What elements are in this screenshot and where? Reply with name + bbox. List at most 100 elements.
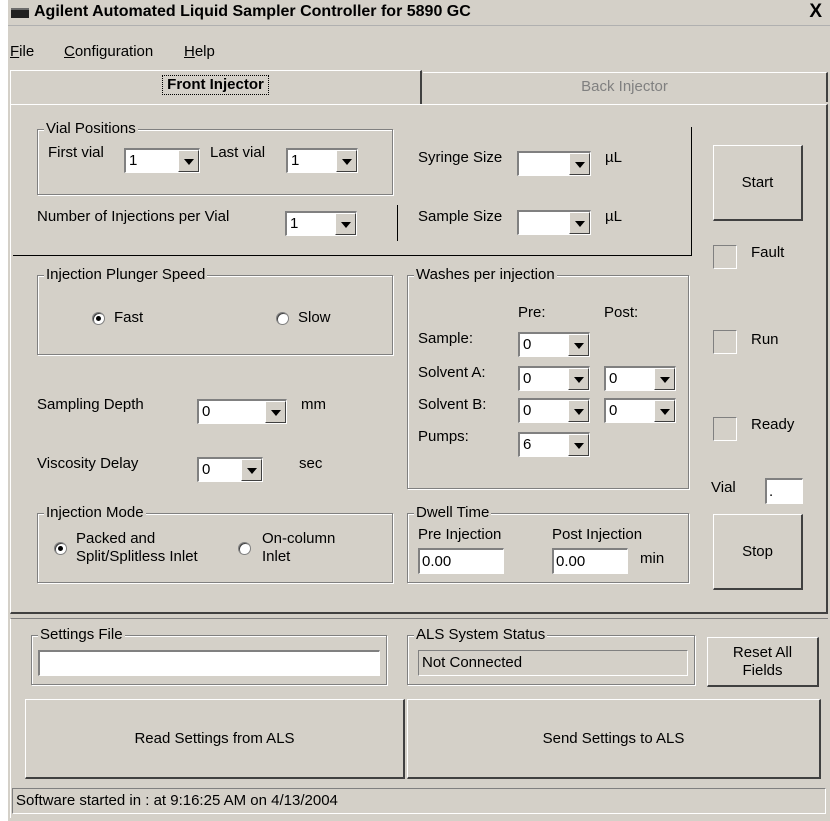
pumps-select[interactable]: 6 [518,432,590,457]
pre-injection-input[interactable]: 0.00 [418,548,504,574]
chevron-down-icon[interactable] [569,153,590,175]
run-label: Run [751,331,779,348]
reset-all-label-line2: Fields [742,661,783,679]
dwell-time-title: Dwell Time [414,504,492,522]
solvent-b-pre-value: 0 [523,402,532,419]
injections-per-vial-select[interactable]: 1 [285,211,357,236]
chevron-down-icon[interactable] [568,368,589,390]
close-icon[interactable]: X [809,1,822,23]
sample-unit: µL [605,208,622,225]
app-window: Agilent Automated Liquid Sampler Control… [8,0,830,821]
pre-injection-value: 0.00 [422,553,452,570]
last-vial-select[interactable]: 1 [286,148,358,173]
syringe-size-select[interactable] [517,151,591,176]
send-settings-button[interactable]: Send Settings to ALS [407,699,821,779]
settings-file-title: Settings File [38,626,125,644]
sampling-depth-select[interactable]: 0 [197,399,287,424]
menu-help[interactable]: Help [184,43,215,60]
als-status-value: Not Connected [422,654,523,671]
status-bar: Software started in : at 9:16:25 AM on 4… [12,788,826,814]
solvent-a-pre-select[interactable]: 0 [518,366,590,391]
current-vial-value: . [769,483,774,500]
stop-button[interactable]: Stop [713,514,803,590]
chevron-down-icon[interactable] [336,150,357,172]
reset-all-label-line1: Reset All [732,643,793,661]
chevron-down-icon[interactable] [569,212,590,234]
status-bar-text: Software started in : at 9:16:25 AM on 4… [16,792,338,809]
on-column-label-line1: On-column [262,530,336,547]
ready-label: Ready [751,416,795,433]
chevron-down-icon[interactable] [178,150,199,172]
post-header: Post: [604,304,639,321]
sample-size-select[interactable] [517,210,591,235]
slow-radio[interactable] [276,312,289,325]
chevron-down-icon[interactable] [241,459,262,481]
solvent-b-post-select[interactable]: 0 [604,398,676,423]
chevron-down-icon[interactable] [568,400,589,422]
chevron-down-icon[interactable] [654,400,675,422]
chevron-down-icon[interactable] [568,334,589,356]
fast-radio[interactable] [92,312,105,325]
divider-line [691,127,692,255]
viscosity-delay-select[interactable]: 0 [197,457,263,482]
viscosity-delay-value: 0 [202,461,211,478]
pumps-label: Pumps: [418,428,469,445]
first-vial-select[interactable]: 1 [124,148,200,173]
solvent-b-post-value: 0 [609,402,618,419]
on-column-radio[interactable] [238,542,251,555]
solvent-b-label: Solvent B: [418,396,487,413]
packed-split-radio[interactable] [54,542,67,555]
start-button[interactable]: Start [713,145,803,221]
chevron-down-icon[interactable] [568,434,589,456]
current-vial-field: . [765,478,803,504]
packed-split-label-line2: Split/Splitless Inlet [76,548,198,565]
tab-front-injector[interactable]: Front Injector [10,70,422,104]
solvent-a-pre-value: 0 [523,370,532,387]
fault-indicator [713,245,737,269]
solvent-a-post-value: 0 [609,370,618,387]
vial-positions-group: Vial Positions First vial 1 Last vial 1 [37,120,393,195]
front-injector-panel: Vial Positions First vial 1 Last vial 1 … [10,104,828,614]
last-vial-label: Last vial [210,144,266,161]
read-settings-button[interactable]: Read Settings from ALS [25,699,405,779]
solvent-b-pre-select[interactable]: 0 [518,398,590,423]
run-indicator [713,330,737,354]
chevron-down-icon[interactable] [654,368,675,390]
solvent-a-label: Solvent A: [418,364,486,381]
menu-configuration[interactable]: Configuration [64,43,153,60]
sample-wash-label: Sample: [418,330,474,347]
washes-group: Washes per injection Pre: Post: Sample: … [407,266,689,489]
post-injection-input[interactable]: 0.00 [552,548,628,574]
tab-back-injector[interactable]: Back Injector [423,72,828,102]
sample-pre-value: 0 [523,336,532,353]
als-status-group: ALS System Status Not Connected [407,626,695,685]
chevron-down-icon[interactable] [335,213,356,235]
solvent-a-post-select[interactable]: 0 [604,366,676,391]
fault-label: Fault [751,244,785,261]
first-vial-label: First vial [48,144,104,161]
tab-front-injector-label: Front Injector [162,75,269,95]
injection-mode-title: Injection Mode [44,504,146,522]
dwell-unit: min [640,550,665,567]
plunger-speed-group: Injection Plunger Speed Fast Slow [37,266,393,355]
injection-mode-group: Injection Mode Packed and Split/Splitles… [37,504,393,583]
pumps-value: 6 [523,436,532,453]
injections-per-vial-label: Number of Injections per Vial [37,208,230,225]
injector-tabs: Front Injector Back Injector [8,68,830,104]
settings-file-group: Settings File [31,626,387,685]
packed-split-label-line1: Packed and [76,530,156,547]
fast-label: Fast [114,309,144,326]
menu-file[interactable]: File [10,43,34,60]
ready-indicator [713,417,737,441]
sample-pre-select[interactable]: 0 [518,332,590,357]
viscosity-delay-unit: sec [299,455,323,472]
settings-file-input[interactable] [38,650,380,676]
title-bar: Agilent Automated Liquid Sampler Control… [8,0,830,26]
als-status-field: Not Connected [418,650,688,676]
first-vial-value: 1 [129,152,138,169]
divider-line [397,205,398,241]
tab-back-injector-label: Back Injector [581,78,668,95]
chevron-down-icon[interactable] [265,401,286,423]
reset-all-fields-button[interactable]: Reset All Fields [707,637,819,687]
sampling-depth-value: 0 [202,403,211,420]
